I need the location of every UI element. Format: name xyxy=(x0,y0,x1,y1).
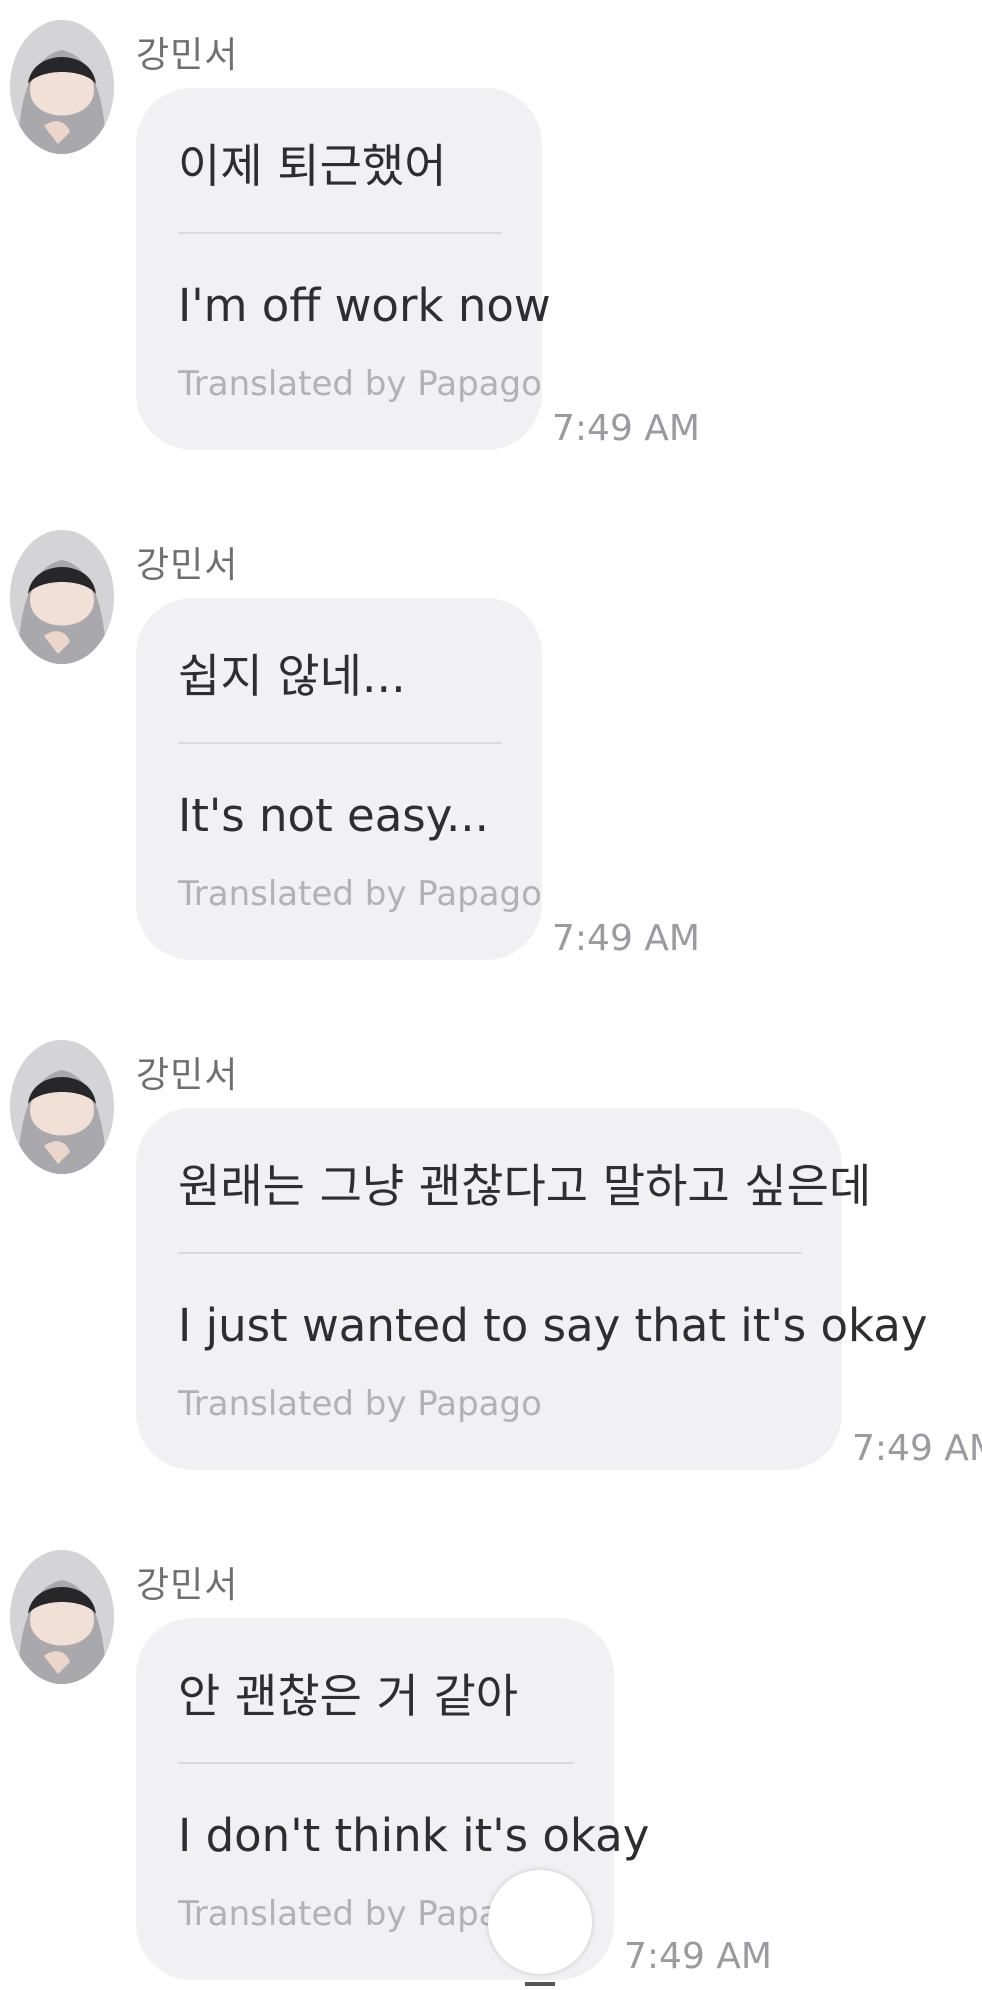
scroll-down-button[interactable] xyxy=(488,1870,592,1986)
original-text: 쉽지 않네... xyxy=(178,649,406,703)
scroll-down-icon xyxy=(525,1982,555,1986)
translated-text: It's not easy... xyxy=(178,789,489,842)
timestamp: 7:49 AM xyxy=(624,1936,772,1977)
message-bubble[interactable]: 원래는 그냥 괜찮다고 말하고 싶은데 I just wanted to say… xyxy=(136,1108,928,1470)
translated-text: I don't think it's okay xyxy=(178,1809,650,1862)
translation-credit: Translated by Papago xyxy=(178,1384,542,1424)
translated-text: I'm off work now xyxy=(178,279,551,332)
translation-credit: Translated by Papago xyxy=(178,364,542,404)
translation-credit: Translated by Papago xyxy=(178,874,542,914)
timestamp: 7:49 AM xyxy=(852,1428,982,1469)
message-group-3: 강민서 원래는 그냥 괜찮다고 말하고 싶은데 I just wanted to… xyxy=(0,1020,982,1480)
avatar[interactable] xyxy=(10,1040,114,1174)
message-group-1: 강민서 이제 퇴근했어 I'm off work now Translated … xyxy=(0,0,982,460)
sender-name: 강민서 xyxy=(136,35,239,76)
divider xyxy=(178,742,502,744)
avatar[interactable] xyxy=(10,20,114,154)
avatar[interactable] xyxy=(10,530,114,664)
translated-text: I just wanted to say that it's okay xyxy=(178,1299,928,1352)
divider xyxy=(178,1252,802,1254)
divider xyxy=(178,1762,574,1764)
message-bubble[interactable]: 쉽지 않네... It's not easy... Translated by … xyxy=(136,598,542,960)
avatar[interactable] xyxy=(10,1550,114,1684)
timestamp: 7:49 AM xyxy=(552,408,700,449)
message-group-2: 강민서 쉽지 않네... It's not easy... Translated… xyxy=(0,510,982,970)
original-text: 이제 퇴근했어 xyxy=(178,139,447,193)
sender-name: 강민서 xyxy=(136,1055,239,1096)
original-text: 원래는 그냥 괜찮다고 말하고 싶은데 xyxy=(178,1159,872,1213)
timestamp: 7:49 AM xyxy=(552,918,700,959)
sender-name: 강민서 xyxy=(136,1565,239,1606)
sender-name: 강민서 xyxy=(136,545,239,586)
divider xyxy=(178,232,502,234)
original-text: 안 괜찮은 거 같아 xyxy=(178,1669,519,1723)
message-bubble[interactable]: 이제 퇴근했어 I'm off work now Translated by P… xyxy=(136,88,551,450)
